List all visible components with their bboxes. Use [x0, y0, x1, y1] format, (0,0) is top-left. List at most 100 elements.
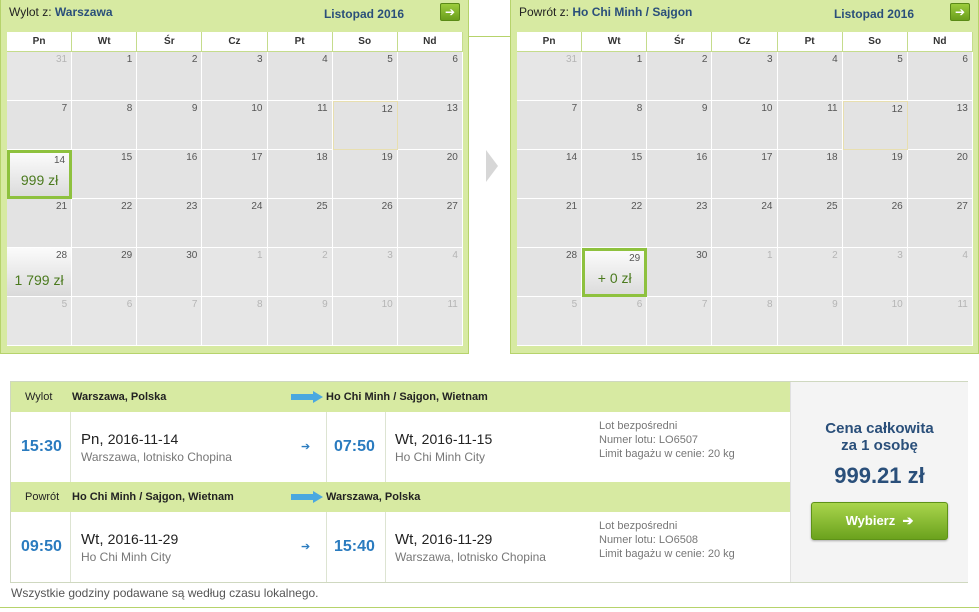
- day-number: 31: [56, 54, 68, 65]
- day-number: 7: [61, 103, 68, 114]
- calendar-day: 20: [907, 150, 973, 199]
- calendar-day: 17: [202, 150, 268, 199]
- day-number: 6: [452, 54, 458, 65]
- day-number: 3: [897, 250, 903, 261]
- arrival-time: 15:40: [334, 538, 375, 555]
- calendar-week: 28 1 799 zł 29 30 1 2 3 4: [7, 248, 463, 297]
- calendar-day: 7: [137, 297, 203, 346]
- calendar-day[interactable]: 28 1 799 zł: [7, 248, 73, 297]
- calendar-day: 15: [582, 150, 648, 199]
- calendar-week: 28 29 + 0 zł 30 1 2 3 4: [517, 248, 973, 297]
- day-number: 9: [832, 299, 838, 310]
- calendar-day: 13: [397, 101, 463, 150]
- day-number: 24: [251, 201, 263, 212]
- calendar-day: 29: [72, 248, 138, 297]
- weekday-label: Cz: [712, 32, 778, 52]
- calendar-day: 6: [907, 52, 973, 101]
- calendar-day: 1: [202, 248, 268, 297]
- calendar-day: 7: [647, 297, 713, 346]
- calendar-week: 14 15 16 17 18 19 20: [517, 150, 973, 199]
- weekday-header: Pn Wt Śr Cz Pt So Nd: [517, 32, 973, 52]
- day-number: 19: [891, 152, 903, 163]
- price-title-line2: za 1 osobę: [841, 437, 918, 454]
- calendar-day: 31: [517, 52, 583, 101]
- calendar-day: 3: [712, 52, 778, 101]
- calendar-day: 15: [72, 150, 138, 199]
- calendar-week: 21 22 23 24 25 26 27: [517, 199, 973, 248]
- flight-type: Lot bezpośredni: [599, 520, 678, 532]
- calendar-day: 2: [267, 248, 333, 297]
- calendar-day: 5: [842, 52, 908, 101]
- arrival-place: Warszawa, lotnisko Chopina: [395, 550, 546, 564]
- divider: [385, 412, 386, 482]
- weekday-label: Wt: [72, 32, 138, 52]
- arrival-date-value: 2016-11-15: [421, 431, 493, 447]
- route-from: Ho Chi Minh / Sajgon, Wietnam: [72, 491, 234, 503]
- calendar-day: 8: [712, 297, 778, 346]
- calendar-week: 5 6 7 8 9 10 11: [7, 297, 463, 346]
- day-number: 3: [387, 250, 393, 261]
- arrival-day: Wt,: [395, 531, 418, 548]
- day-number: 7: [191, 299, 198, 310]
- departure-place: Warszawa, lotnisko Chopina: [81, 450, 232, 464]
- return-calendar: Powrót z: Ho Chi Minh / Sajgon Listopad …: [510, 0, 979, 354]
- calendar-day: 1: [582, 52, 648, 101]
- day-number: 22: [631, 201, 643, 212]
- day-number: 27: [956, 201, 968, 212]
- calendar-day: 4: [267, 52, 333, 101]
- price-title: Cena całkowita za 1 osobę: [791, 420, 968, 454]
- day-number: 2: [701, 54, 708, 65]
- weekday-label: Pt: [777, 32, 843, 52]
- day-number: 16: [696, 152, 708, 163]
- calendar-day[interactable]: 14 999 zł: [7, 150, 73, 199]
- day-number: 23: [186, 201, 198, 212]
- day-number: 25: [826, 201, 838, 212]
- day-number: 1: [126, 54, 133, 65]
- total-price: 999.21 zł: [834, 463, 925, 488]
- day-number: 1: [636, 54, 643, 65]
- chevron-right-icon: [486, 150, 498, 182]
- arrival-day: Wt,: [395, 431, 418, 448]
- calendar-day: 18: [777, 150, 843, 199]
- departure-day: Pn,: [81, 431, 104, 448]
- day-number: 6: [636, 299, 643, 310]
- day-number: 7: [701, 299, 708, 310]
- calendar-day: 2: [137, 52, 203, 101]
- day-number: 8: [766, 299, 773, 310]
- calendar-day: 27: [397, 199, 463, 248]
- departure-time: 15:30: [21, 438, 62, 455]
- day-number: 26: [381, 201, 393, 212]
- calendar-day: 13: [907, 101, 973, 150]
- calendar-day: 3: [842, 248, 908, 297]
- day-number: 26: [891, 201, 903, 212]
- day-number: 28: [56, 250, 68, 261]
- calendar-title-city: Ho Chi Minh / Sajgon: [572, 5, 693, 19]
- select-button[interactable]: Wybierz ➔: [811, 502, 948, 540]
- day-number: 8: [636, 103, 643, 114]
- divider: [385, 512, 386, 582]
- day-price: + 0 zł: [597, 270, 632, 286]
- leg-label: Wylot: [25, 391, 53, 403]
- calendar-day[interactable]: 29 + 0 zł: [582, 248, 648, 297]
- divider: [326, 512, 327, 582]
- calendar-week: 21 22 23 24 25 26 27: [7, 199, 463, 248]
- day-number: 27: [446, 201, 458, 212]
- next-month-button[interactable]: ➔: [440, 3, 460, 21]
- arrival-time: 07:50: [334, 438, 375, 455]
- day-number: 20: [956, 152, 968, 163]
- price-box: Cena całkowita za 1 osobę 999.21 zł Wybi…: [790, 382, 968, 582]
- calendar-day: 25: [267, 199, 333, 248]
- departure-place: Ho Chi Minh City: [81, 550, 172, 564]
- day-number: 9: [322, 299, 328, 310]
- day-number: 5: [387, 54, 393, 65]
- day-number: 10: [891, 299, 903, 310]
- calendar-day: 10: [202, 101, 268, 150]
- divider: [70, 512, 71, 582]
- day-number: 10: [251, 103, 263, 114]
- weekday-label: So: [842, 32, 908, 52]
- day-number: 18: [826, 152, 838, 163]
- day-number: 21: [566, 201, 578, 212]
- calendar-day: 26: [842, 199, 908, 248]
- next-month-button[interactable]: ➔: [950, 3, 970, 21]
- big-arrow-right-icon: [291, 391, 323, 403]
